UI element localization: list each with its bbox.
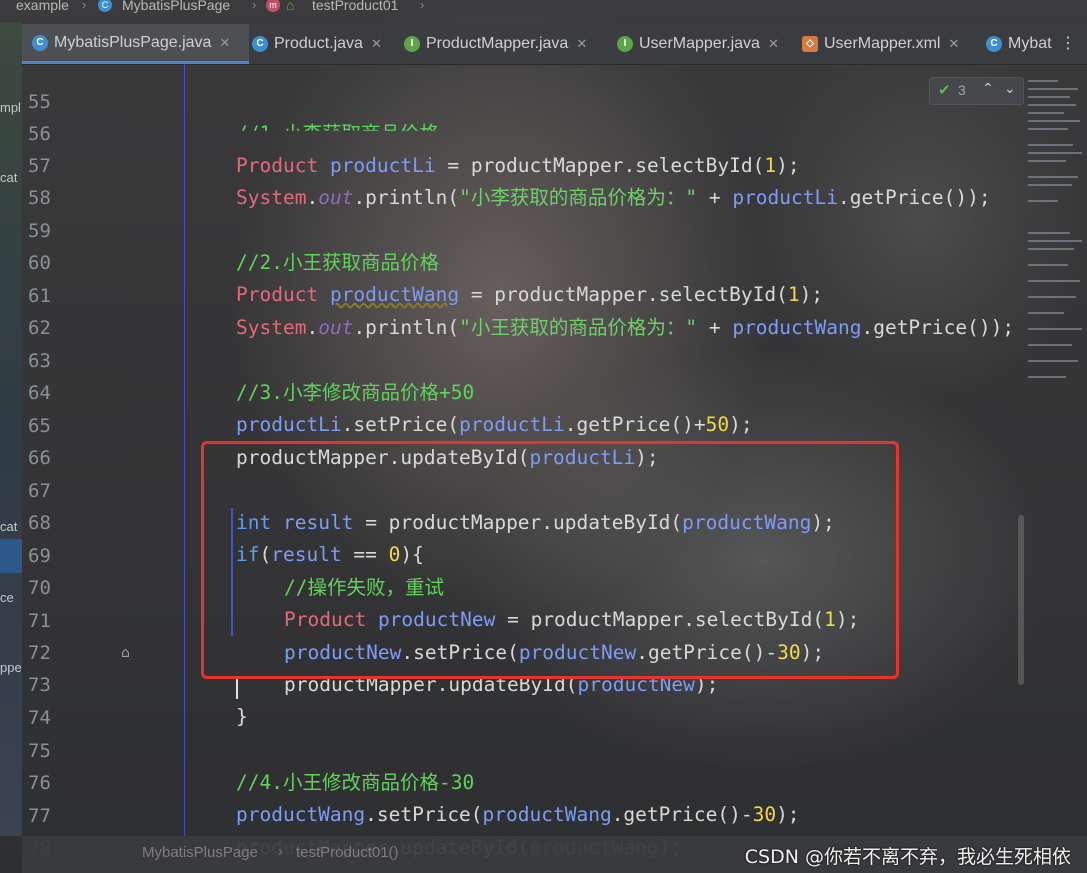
close-icon[interactable]: ✕ [768,36,779,52]
chevron-right-icon: › [82,0,87,12]
chevron-right-icon: › [252,0,257,12]
class-icon: C [252,36,268,52]
close-icon[interactable]: ✕ [371,36,382,52]
code-line[interactable]: 56 Product productLi = productMapper.sel… [22,86,1032,177]
bottom-breadcrumb-class[interactable]: MybatisPlusPage [142,844,258,861]
code-line[interactable]: 64 productLi.setPrice(productLi.getPrice… [22,345,1032,436]
sidebar-fragment[interactable]: ppe [0,660,22,675]
sidebar-fragment[interactable]: cat [0,519,17,534]
csdn-watermark: CSDN @你若不离不弃，我必生死相依 [744,846,1071,868]
xml-icon: ◇ [802,36,818,52]
code-line[interactable]: 61 System.out.println("小王获取的商品价格为：" + pr… [22,248,1032,339]
class-icon: C [32,34,48,51]
sidebar-fragment[interactable]: mpl [0,100,21,115]
interface-icon: I [404,36,420,52]
breadcrumb-item-example[interactable]: example [16,0,69,13]
class-icon: C [98,0,112,12]
breadcrumb-item-class[interactable]: MybatisPlusPage [122,0,230,13]
code-line[interactable]: 77 productMapper.updateById(productWang)… [22,768,1032,859]
chevron-up-icon[interactable]: ⌃ [982,80,994,97]
code-line[interactable]: 75 //4.小王修改商品价格-30 [22,703,1032,794]
code-line[interactable]: 65 productMapper.updateById(productLi); [22,378,1032,469]
close-icon[interactable]: ✕ [219,35,230,51]
leaf-icon: ⌂ [286,0,295,13]
chevron-right-icon: › [420,0,425,12]
code-line[interactable]: 76 productWang.setPrice(productWang.getP… [22,735,1032,826]
code-line[interactable]: 59 //2.小王获取商品价格 [22,183,1032,274]
tab-label: UserMapper.java [639,35,760,52]
tab-label: MybatisPlusPage.java [54,33,212,51]
sidebar-fragment[interactable]: cat [0,170,17,185]
chevron-right-icon: › [278,843,283,860]
code-line[interactable]: 62 [22,280,1032,339]
inspection-count: 3 [958,82,966,98]
code-line[interactable]: 60 Product productWang = productMapper.s… [22,215,1032,306]
breadcrumb-item-method[interactable]: testProduct01 [312,0,398,13]
vertical-scrollbar[interactable] [1018,515,1024,685]
tab-label: ProductMapper.java [426,35,569,52]
code-line[interactable]: 55 //1.小李获取商品价格 [22,54,1032,131]
inspection-widget[interactable]: ✔ 3 ⌃ ⌄ [929,77,1024,105]
text-caret [236,677,238,699]
tab-label: Product.java [274,35,363,52]
code-line[interactable]: 78 [22,800,1032,859]
close-icon[interactable]: ✕ [576,36,587,52]
close-icon[interactable]: ✕ [948,36,959,52]
code-line[interactable]: 66 [22,410,1032,469]
interface-icon: I [617,36,633,52]
tab-label: Mybat [1008,35,1052,52]
project-sidebar[interactable]: mpl cat cat ce ppe [0,22,22,836]
class-icon: C [986,36,1002,52]
code-line[interactable]: 58 [22,150,1032,209]
navigation-breadcrumb: example › C MybatisPlusPage › m ⌂ testPr… [0,0,1087,16]
tab-label: UserMapper.xml [824,35,941,52]
highlight-annotation-box [201,441,899,679]
bottom-breadcrumb-method[interactable]: testProduct01() [296,844,399,861]
tab-list-menu-icon[interactable]: ⋮ [1057,32,1079,54]
code-minimap[interactable] [1028,70,1084,390]
code-line[interactable]: 57 System.out.println("小李获取的商品价格为：" + pr… [22,118,1032,209]
check-icon: ✔ [938,82,951,99]
sidebar-selected-row[interactable] [0,539,22,573]
chevron-down-icon[interactable]: ⌄ [1004,80,1016,97]
code-line[interactable]: 63 //3.小李修改商品价格+50 [22,313,1032,404]
sidebar-fragment[interactable]: ce [0,590,14,605]
method-icon: m [266,0,280,12]
fold-marker-icon[interactable]: ⌂ [121,645,135,661]
